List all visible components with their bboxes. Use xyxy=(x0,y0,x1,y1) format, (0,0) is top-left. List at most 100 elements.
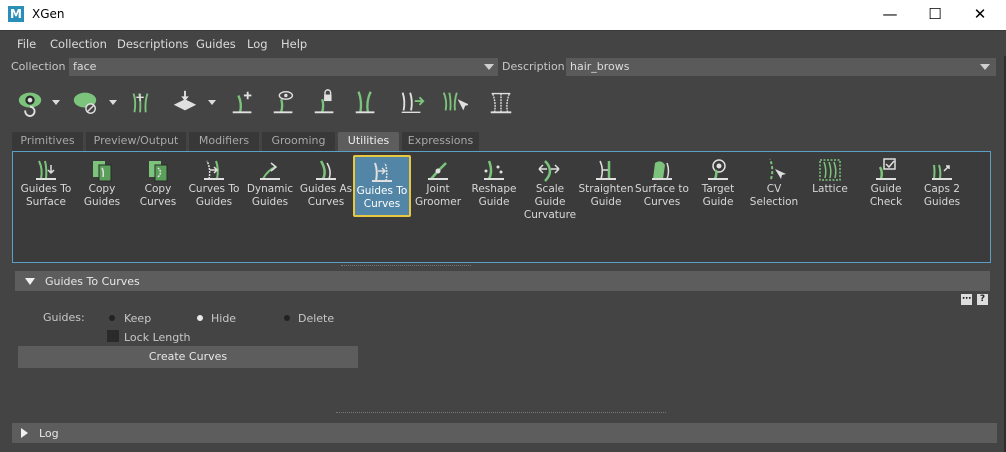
collection-dropdown[interactable]: face xyxy=(69,58,498,76)
tool-guide-check[interactable]: Guide Check xyxy=(858,155,914,217)
maximize-button[interactable]: ☐ xyxy=(913,2,957,26)
tool-label-line1: Lattice xyxy=(812,183,848,195)
expand-triangle-icon[interactable] xyxy=(21,428,28,438)
add-guide-icon[interactable] xyxy=(229,87,257,117)
move-guides-icon[interactable] xyxy=(171,87,199,117)
target-guide-icon xyxy=(708,159,728,180)
clear-preview-chevron-down-icon[interactable] xyxy=(109,100,117,105)
tool-scale-guide-curvature[interactable]: Scale Guide Curvature xyxy=(522,155,578,221)
collection-row: Collection face Description hair_brows xyxy=(0,57,1006,77)
tool-label-line1: Straighten xyxy=(578,183,634,195)
guides-to-curves-section-header[interactable]: Guides To Curves xyxy=(15,271,990,291)
tool-target-guide[interactable]: Target Guide xyxy=(690,155,746,217)
description-dropdown[interactable]: hair_brows xyxy=(566,58,996,76)
radio-keep[interactable] xyxy=(109,315,115,321)
description-label: Description xyxy=(502,60,565,73)
tool-label-line2: Guide xyxy=(590,196,622,208)
menu-file[interactable]: File xyxy=(17,37,36,51)
tab-utilities[interactable]: Utilities xyxy=(338,132,399,152)
tab-modifiers[interactable]: Modifiers xyxy=(189,132,259,151)
toggle-visibility-icon[interactable] xyxy=(270,87,298,117)
tool-guides-to-curves[interactable]: Guides To Curves xyxy=(353,155,411,217)
radio-keep-label[interactable]: Keep xyxy=(124,312,151,325)
tool-label-line1: Surface to xyxy=(635,183,689,195)
radio-hide-label[interactable]: Hide xyxy=(211,312,236,325)
reshape-guide-icon xyxy=(484,160,504,180)
copy-curves-icon xyxy=(149,161,168,182)
guides-label: Guides: xyxy=(43,311,85,324)
preview-chevron-down-icon[interactable] xyxy=(52,100,60,105)
tool-guides-as-curves[interactable]: Guides As Curves xyxy=(298,155,354,217)
log-section-header[interactable]: Log xyxy=(12,423,997,443)
menu-bar: File Collection Descriptions Guides Log … xyxy=(0,30,1006,56)
tool-dynamic-guides[interactable]: Dynamic Guides xyxy=(242,155,298,217)
tool-label-line1: Caps 2 xyxy=(924,183,960,195)
menu-help[interactable]: Help xyxy=(281,37,307,51)
tool-surface-to-curves[interactable]: Surface to Curves xyxy=(634,155,690,217)
tool-label-line2: Check xyxy=(869,196,903,208)
tool-reshape-guide[interactable]: Reshape Guide xyxy=(466,155,522,217)
straighten-guide-icon xyxy=(596,160,616,180)
move-guides-chevron-down-icon[interactable] xyxy=(208,100,216,105)
lock-length-label[interactable]: Lock Length xyxy=(124,331,191,344)
guide-check-icon xyxy=(876,158,896,180)
guides-to-surface-icon xyxy=(36,160,56,180)
tool-joint-groomer[interactable]: Joint Groomer xyxy=(410,155,466,217)
lock-guide-icon[interactable] xyxy=(311,87,339,117)
tool-label-line2: Curves xyxy=(139,196,177,208)
clear-preview-icon[interactable] xyxy=(71,87,99,117)
tool-lattice[interactable]: Lattice xyxy=(802,155,858,217)
menu-guides[interactable]: Guides xyxy=(196,37,236,51)
tool-label-line1: Guides To xyxy=(356,185,408,197)
tool-label-line1: Reshape xyxy=(471,183,517,195)
close-button[interactable]: ✕ xyxy=(958,2,1002,26)
caps-2-guides-icon xyxy=(932,164,952,180)
tool-label-line1: Target xyxy=(701,183,735,195)
rebuild-guides-icon[interactable] xyxy=(440,87,468,117)
tab-grooming[interactable]: Grooming xyxy=(262,132,335,151)
tool-curves-to-guides[interactable]: Curves To Guides xyxy=(186,155,242,217)
tool-label-line2: Curves xyxy=(307,196,345,208)
panel-resize-handle[interactable] xyxy=(341,265,471,268)
collapse-triangle-icon[interactable] xyxy=(25,278,35,285)
cv-selection-icon xyxy=(769,158,786,180)
options-icon[interactable]: ⋯ xyxy=(961,294,972,305)
preview-eye-icon[interactable] xyxy=(16,87,44,117)
select-guide-cvs-icon[interactable] xyxy=(352,87,380,117)
collection-label: Collection xyxy=(11,60,66,73)
menu-log[interactable]: Log xyxy=(247,37,268,51)
tool-caps-2-guides[interactable]: Caps 2 Guides xyxy=(914,155,970,217)
tab-primitives[interactable]: Primitives xyxy=(12,132,83,151)
tool-copy-curves[interactable]: Copy Curves xyxy=(130,155,186,217)
flip-guides-icon[interactable] xyxy=(398,87,426,117)
lock-length-checkbox[interactable] xyxy=(107,330,119,342)
tool-label-line2: Guide xyxy=(534,196,566,208)
minimize-button[interactable]: — xyxy=(868,2,912,26)
menu-collection[interactable]: Collection xyxy=(50,37,107,51)
menu-descriptions[interactable]: Descriptions xyxy=(117,37,189,51)
tool-cv-selection[interactable]: CV Selection xyxy=(746,155,802,217)
radio-hide[interactable] xyxy=(197,315,203,321)
help-icon[interactable]: ? xyxy=(977,294,988,305)
normalize-guides-icon[interactable] xyxy=(487,87,515,117)
tool-label-line1: Guides To xyxy=(20,183,72,195)
collection-chevron-down-icon[interactable] xyxy=(484,64,494,70)
tab-preview-output[interactable]: Preview/Output xyxy=(86,132,186,151)
tool-straighten-guide[interactable]: Straighten Guide xyxy=(578,155,634,217)
create-curves-button[interactable]: Create Curves xyxy=(18,346,358,368)
tool-copy-guides[interactable]: Copy Guides xyxy=(74,155,130,217)
description-chevron-down-icon[interactable] xyxy=(980,64,990,70)
toolbar xyxy=(8,83,998,123)
tool-guides-to-surface[interactable]: Guides To Surface xyxy=(18,155,74,217)
tool-label-line3: Curvature xyxy=(523,209,577,221)
tab-expressions[interactable]: Expressions xyxy=(402,132,479,151)
sculpt-guides-icon[interactable] xyxy=(127,87,155,117)
copy-guides-icon xyxy=(93,161,112,182)
collection-value: face xyxy=(73,60,97,73)
section-resize-handle[interactable] xyxy=(336,412,666,415)
radio-delete-label[interactable]: Delete xyxy=(298,312,334,325)
tool-label-line2: Guide xyxy=(702,196,734,208)
tool-label-line2: Guides xyxy=(251,196,289,208)
radio-delete[interactable] xyxy=(284,315,290,321)
utilities-tool-panel: Guides To Surface Copy Guides Copy Curves C… xyxy=(12,151,991,266)
